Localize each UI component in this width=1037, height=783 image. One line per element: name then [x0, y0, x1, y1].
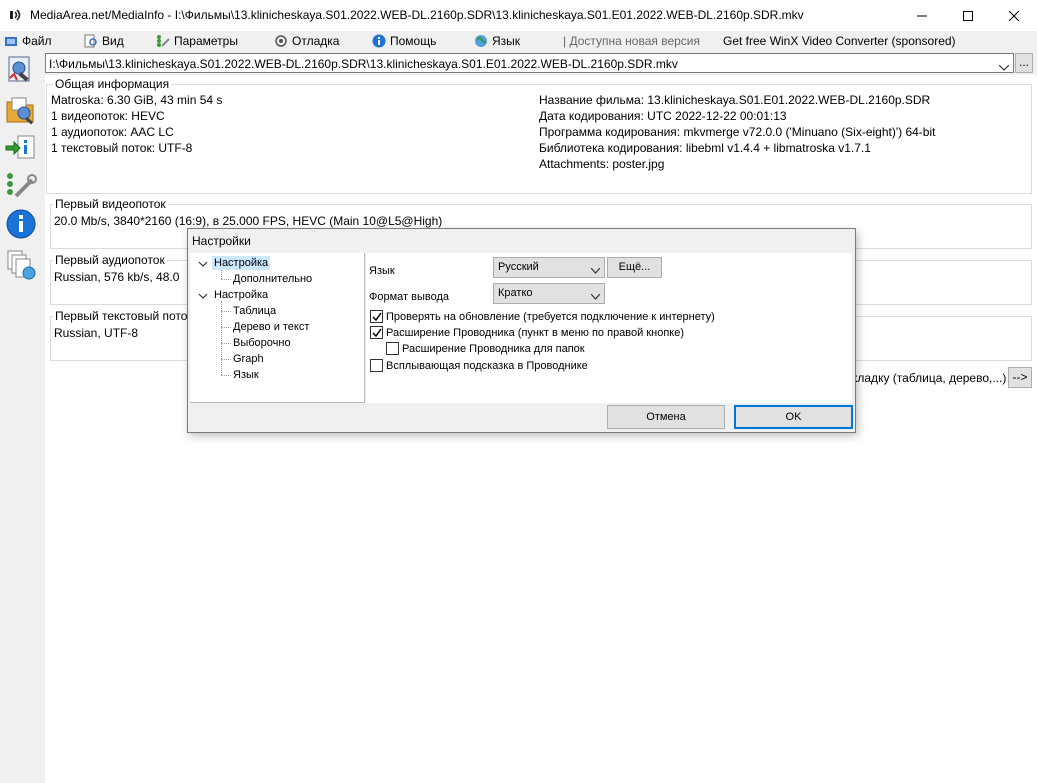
general-info-group: Общая информация Matroska: 6.30 GiB, 43 …: [46, 77, 1032, 194]
output-format-value: Кратко: [498, 287, 533, 299]
file-menu-icon: [4, 34, 18, 48]
general-line: Дата кодирования: UTC 2022-12-22 00:01:1…: [539, 109, 787, 123]
ok-button[interactable]: OK: [734, 405, 853, 429]
general-line: 1 текстовый поток: UTF-8: [51, 141, 193, 155]
file-path-value: I:\Фильмы\13.klinicheskaya.S01.2022.WEB-…: [49, 57, 678, 71]
tree-item-custom[interactable]: Выборочно: [233, 336, 291, 350]
text-stream-title: Первый текстовый пото: [53, 309, 190, 323]
menu-language-label: Язык: [492, 34, 521, 48]
preferences-tools-icon[interactable]: [4, 170, 38, 202]
menu-language[interactable]: Язык: [474, 33, 520, 49]
menu-sponsored-label: Get free WinX Video Converter (sponsored…: [723, 34, 956, 48]
close-button[interactable]: [991, 0, 1037, 31]
check-updates-label: Проверять на обновление (требуется подкл…: [386, 310, 715, 323]
language-select[interactable]: Русский: [493, 257, 605, 278]
general-info-title: Общая информация: [53, 77, 172, 91]
general-line: Matroska: 6.30 GiB, 43 min 54 s: [51, 93, 223, 107]
shell-infotip-checkbox[interactable]: Всплывающая подсказка в Проводнике: [370, 359, 588, 372]
general-line: 1 аудиопоток: AAC LC: [51, 125, 174, 139]
shell-extension-label: Расширение Проводника (пункт в меню по п…: [386, 326, 685, 339]
shell-extension-folders-checkbox[interactable]: Расширение Проводника для папок: [386, 342, 585, 355]
view-menu-icon: [84, 34, 98, 48]
general-line: Программа кодирования: mkvmerge v72.0.0 …: [539, 125, 936, 139]
menu-new-version[interactable]: | Доступна новая версия: [563, 33, 700, 49]
general-line: Attachments: poster.jpg: [539, 157, 665, 171]
checkbox-checked[interactable]: [370, 326, 383, 339]
menu-file[interactable]: Файл: [4, 33, 52, 49]
open-folder-icon[interactable]: [4, 94, 38, 126]
dialog-footer: Отмена OK: [189, 404, 855, 432]
tree-item-setup[interactable]: Настройка: [212, 256, 271, 270]
mediainfo-app-icon: [8, 7, 24, 23]
tree-item-advanced[interactable]: Дополнительно: [233, 272, 312, 286]
menu-debug[interactable]: Отладка: [274, 33, 339, 49]
expand-chevron-icon[interactable]: [198, 258, 208, 268]
language-select-value: Русский: [498, 261, 539, 273]
shell-infotip-label: Всплывающая подсказка в Проводнике: [386, 359, 588, 372]
window-title: MediaArea.net/MediaInfo - I:\Фильмы\13.k…: [30, 8, 804, 22]
general-line: 1 видеопоток: HEVC: [51, 109, 165, 123]
cancel-button[interactable]: Отмена: [607, 405, 725, 429]
chevron-down-icon: [590, 291, 601, 303]
output-format-label: Формат вывода: [369, 291, 450, 303]
chevron-down-icon[interactable]: [998, 60, 1010, 74]
browse-button[interactable]: ...: [1015, 53, 1033, 73]
settings-tree: Настройка Дополнительно Настройка Таблиц…: [190, 253, 365, 403]
check-updates-checkbox[interactable]: Проверять на обновление (требуется подкл…: [370, 310, 715, 323]
settings-panel: Язык Русский Ещё... Формат вывода Кратко…: [366, 253, 852, 403]
dialog-title: Настройки: [192, 234, 251, 248]
tree-item-language[interactable]: Язык: [233, 368, 259, 382]
menu-new-version-label: | Доступна новая версия: [563, 34, 700, 48]
globe-icon: [474, 34, 488, 48]
general-line: Название фильма: 13.klinicheskaya.S01.E0…: [539, 93, 931, 107]
checkbox-unchecked[interactable]: [370, 359, 383, 372]
audio-stream-line: Russian, 576 kb/s, 48.0: [54, 270, 180, 284]
menu-bar: Файл Вид Параметры Отладка Помощь Язык |…: [0, 31, 1037, 51]
tree-item-table[interactable]: Таблица: [233, 304, 276, 318]
shell-extension-folders-label: Расширение Проводника для папок: [402, 342, 585, 355]
checkbox-checked[interactable]: [370, 310, 383, 323]
video-stream-title: Первый видеопоток: [53, 197, 168, 211]
menu-help[interactable]: Помощь: [372, 33, 436, 49]
general-line: Библиотека кодирования: libebml v1.4.4 +…: [539, 141, 871, 155]
output-format-select[interactable]: Кратко: [493, 283, 605, 304]
menu-sponsored[interactable]: Get free WinX Video Converter (sponsored…: [723, 33, 956, 49]
settings-dialog: Настройки Настройка Дополнительно Настро…: [187, 228, 856, 433]
options-menu-icon: [156, 34, 170, 48]
tree-item-graph[interactable]: Graph: [233, 352, 264, 366]
expand-chevron-icon[interactable]: [198, 290, 208, 300]
audio-stream-title: Первый аудиопоток: [53, 253, 167, 267]
menu-file-label: Файл: [22, 34, 52, 48]
web-pages-icon[interactable]: [4, 248, 38, 280]
title-bar: MediaArea.net/MediaInfo - I:\Фильмы\13.k…: [0, 0, 1037, 31]
language-label: Язык: [369, 265, 395, 277]
menu-debug-label: Отладка: [292, 34, 340, 48]
debug-menu-icon: [274, 34, 288, 48]
tab-hint-text: кладку (таблица, дерево,...): [852, 371, 1007, 385]
next-view-button[interactable]: -->: [1008, 367, 1032, 388]
left-toolbar: [0, 52, 42, 292]
checkbox-unchecked[interactable]: [386, 342, 399, 355]
menu-options[interactable]: Параметры: [156, 33, 238, 49]
maximize-button[interactable]: [945, 0, 991, 31]
menu-options-label: Параметры: [174, 34, 238, 48]
export-info-icon[interactable]: [4, 132, 38, 164]
file-path-combo[interactable]: I:\Фильмы\13.klinicheskaya.S01.2022.WEB-…: [45, 53, 1014, 73]
help-info-icon: [372, 34, 386, 48]
menu-view-label: Вид: [102, 34, 124, 48]
tree-item-setup-2[interactable]: Настройка: [214, 288, 268, 302]
tree-item-tree-text[interactable]: Дерево и текст: [233, 320, 309, 334]
open-file-icon[interactable]: [4, 54, 38, 86]
more-languages-button[interactable]: Ещё...: [607, 257, 662, 278]
chevron-down-icon: [590, 265, 601, 277]
menu-view[interactable]: Вид: [84, 33, 124, 49]
video-stream-line: 20.0 Mb/s, 3840*2160 (16:9), в 25.000 FP…: [54, 214, 443, 228]
text-stream-line: Russian, UTF-8: [54, 326, 139, 340]
about-info-icon[interactable]: [4, 208, 38, 240]
shell-extension-checkbox[interactable]: Расширение Проводника (пункт в меню по п…: [370, 326, 684, 339]
menu-help-label: Помощь: [390, 34, 437, 48]
minimize-button[interactable]: [899, 0, 945, 31]
